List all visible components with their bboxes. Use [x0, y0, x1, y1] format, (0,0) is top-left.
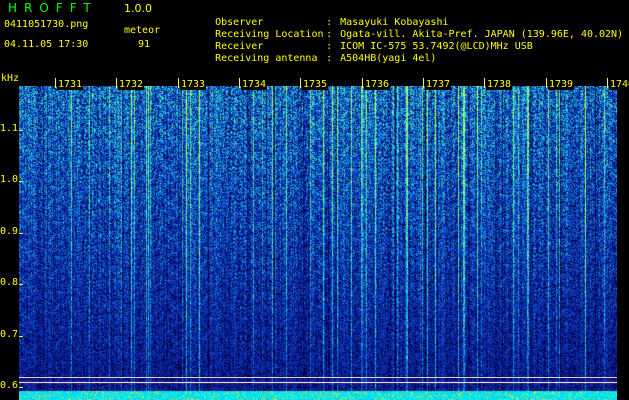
time-marker-tick: [239, 78, 240, 88]
time-marker-tick: [546, 78, 547, 88]
info-separator: :: [326, 53, 333, 64]
time-marker-label: 1734: [241, 79, 268, 90]
app-version: 1.0.0: [124, 2, 152, 15]
y-tick-mark: [19, 336, 23, 337]
reference-line: [19, 382, 617, 383]
time-marker-tick: [178, 78, 179, 88]
spectrogram-panel: [0, 78, 629, 400]
y-tick-label: 0.9: [0, 225, 19, 237]
time-marker-label: 1737: [425, 79, 452, 90]
time-marker-label: 1738: [486, 79, 513, 90]
time-marker-tick: [116, 78, 117, 88]
time-marker-tick: [607, 78, 608, 88]
time-marker-tick: [423, 78, 424, 88]
file-datetime: 04.11.05 17:30: [4, 39, 89, 50]
time-marker-label: 1732: [118, 79, 145, 90]
y-tick-mark: [19, 130, 23, 131]
y-tick-label: 0.6: [0, 380, 19, 392]
time-marker-label: 1733: [180, 79, 207, 90]
y-tick-mark: [19, 387, 23, 388]
y-tick-label: 1.1: [0, 122, 19, 134]
time-marker-label: 1736: [364, 79, 391, 90]
time-marker-tick: [362, 78, 363, 88]
time-marker-label: 1731: [57, 79, 84, 90]
reference-line: [19, 377, 617, 378]
spectrogram-image: [19, 86, 617, 400]
y-tick-mark: [19, 284, 23, 285]
time-marker-label: 1735: [302, 79, 329, 90]
y-tick-label: 0.8: [0, 277, 19, 289]
y-tick-label: 0.7: [0, 328, 19, 340]
info-value: A504HB(yagi 4el): [340, 53, 437, 64]
y-tick-label: 1.0: [0, 174, 19, 186]
time-marker-tick: [300, 78, 301, 88]
meteor-label: meteor: [124, 25, 161, 36]
y-tick-mark: [19, 233, 23, 234]
time-marker-tick: [55, 78, 56, 88]
info-row-antenna: Receiving antenna: A504HB(yagi 4el): [179, 41, 436, 77]
time-marker-label: 1740: [609, 79, 629, 90]
app-title: HROFFT: [8, 1, 98, 15]
info-label: Receiving antenna: [215, 53, 318, 64]
meteor-count: 91: [138, 39, 151, 50]
y-tick-mark: [19, 181, 23, 182]
time-marker-label: 1739: [548, 79, 575, 90]
time-marker-tick: [484, 78, 485, 88]
file-name: 0411051730.png: [4, 19, 89, 30]
